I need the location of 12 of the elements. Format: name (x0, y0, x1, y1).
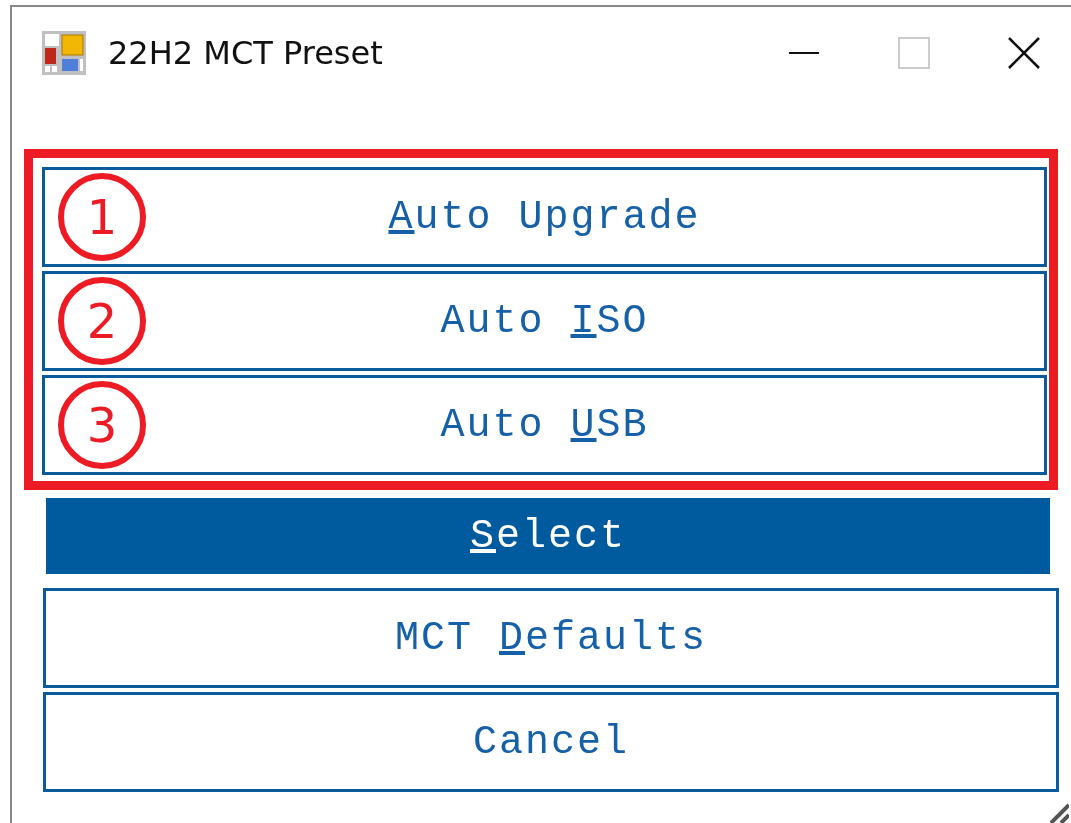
step-number: 1 (58, 173, 146, 261)
dialog-button[interactable]: Cancel (43, 692, 1059, 792)
window-title: 22H2 MCT Preset (108, 34, 384, 72)
select-button[interactable]: Select (46, 498, 1050, 574)
resize-grip-icon[interactable] (1047, 801, 1069, 823)
dialog-button[interactable]: MCT Defaults (43, 588, 1059, 688)
step-number: 2 (58, 277, 146, 365)
minimize-icon (787, 52, 821, 54)
maximize-icon (897, 36, 931, 70)
step-number: 3 (58, 381, 146, 469)
app-icon (42, 31, 86, 75)
close-icon (1007, 36, 1041, 70)
